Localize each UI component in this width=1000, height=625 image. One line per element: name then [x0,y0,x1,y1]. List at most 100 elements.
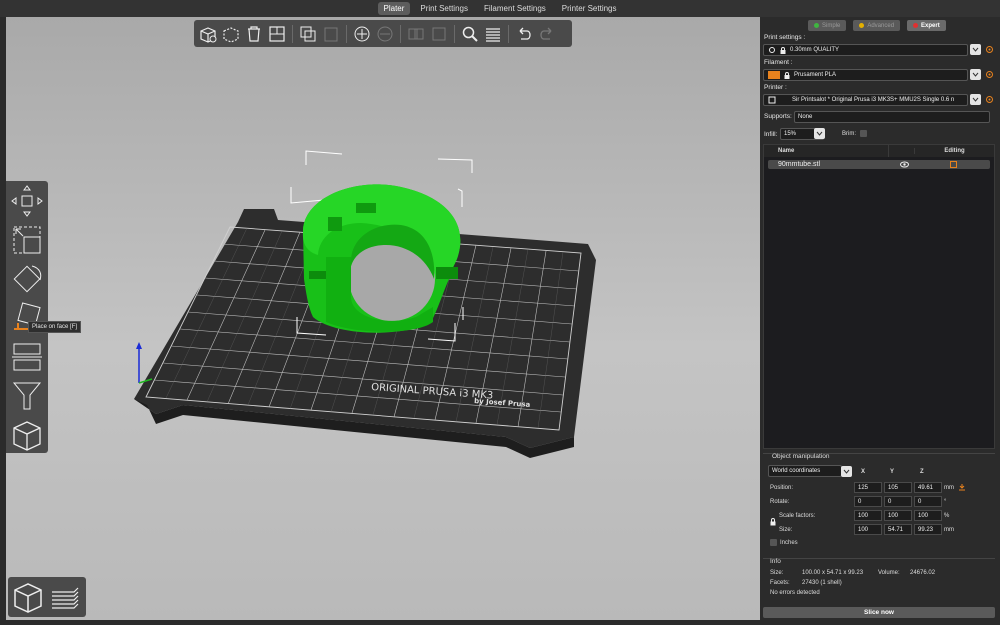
size-y-input[interactable]: 54.71 [884,524,912,535]
size-x-input[interactable]: 100 [854,524,882,535]
edit-icon[interactable] [950,161,957,168]
remove-instance-button[interactable] [375,24,395,44]
filament-combo[interactable]: Prusament PLA [763,69,968,81]
brim-checkbox[interactable] [860,130,867,137]
paste-button[interactable] [321,24,341,44]
infill-label: Infill: [764,131,778,138]
info-volume-value: 24676.02 [910,570,936,576]
printer-combo[interactable]: Sir Printsalot * Original Prusa i3 MK3S+… [763,94,968,106]
hollow-tool-button[interactable] [9,418,45,452]
supports-combo[interactable]: None [794,111,990,123]
split-objects-icon [408,28,424,39]
printer-dropdown[interactable] [970,94,981,105]
tab-plater[interactable]: Plater [377,2,411,15]
3d-view-icon[interactable] [11,580,45,614]
chevron-down-icon [972,47,979,52]
edit-filament-icon[interactable] [985,70,994,79]
axis-y-header: Y [890,469,895,475]
support-paint-icon [12,382,42,410]
mode-expert-label: Expert [921,22,940,29]
mode-advanced-label: Advanced [867,22,895,29]
object-list: Name Editing 90mmtube.stl [763,144,995,449]
split-parts-button[interactable] [429,24,449,44]
mode-expert-dot [913,23,919,28]
arrange-button[interactable] [267,24,287,44]
position-z-input[interactable]: 49.61 [914,482,942,493]
preview-layers-icon[interactable] [48,580,82,614]
edit-preset-icon[interactable] [985,45,994,54]
add-instance-button[interactable] [352,24,372,44]
delete-all-button[interactable] [244,24,264,44]
toolbar-separator [508,24,509,43]
slice-now-button[interactable]: Slice now [763,607,995,618]
column-name: Name [778,148,795,154]
split-parts-icon [432,27,446,40]
toolbar-separator [346,24,347,43]
lock-icon [780,46,786,54]
chevron-down-icon [972,72,979,77]
chevron-down-icon [843,469,850,474]
info-title: Info [770,558,781,565]
chevron-down-icon [816,131,823,136]
undo-button[interactable] [514,24,534,44]
position-y-input[interactable]: 105 [884,482,912,493]
print-settings-dropdown[interactable] [970,44,981,55]
mode-simple-button[interactable]: Simple [808,20,847,31]
scale-x-input[interactable]: 100 [854,510,882,521]
object-row[interactable]: 90mmtube.stl [768,160,990,169]
z-axis-arrow [136,342,142,349]
inches-checkbox[interactable] [770,539,777,546]
size-z-input[interactable]: 99.23 [914,524,942,535]
column-visibility [888,145,914,157]
edit-printer-icon[interactable] [985,95,994,104]
coord-system-dropdown[interactable] [841,466,852,477]
position-x-input[interactable]: 125 [854,482,882,493]
tab-printer-settings[interactable]: Printer Settings [556,2,623,15]
print-settings-combo[interactable]: 0.30mm QUALITY [763,44,968,56]
brim-label: Brim: [842,131,856,137]
add-object-icon [200,26,217,43]
view-toggle [8,577,86,617]
eye-icon[interactable] [900,161,909,168]
copy-button[interactable] [298,24,318,44]
arrange-icon [269,25,285,42]
print-settings-label: Print settings : [764,34,806,41]
scale-y-input[interactable]: 100 [884,510,912,521]
scale-z-input[interactable]: 100 [914,510,942,521]
mode-advanced-button[interactable]: Advanced [853,20,901,31]
plus-circle-icon [354,26,370,41]
main-tab-bar: Plater Print Settings Filament Settings … [0,0,1000,17]
info-facets-label: Facets: [770,580,790,586]
tab-filament-settings[interactable]: Filament Settings [478,2,552,15]
move-icon [11,185,43,217]
3d-scene[interactable]: ORIGINAL PRUSA i3 MK3 by Josef Prusa [6,17,760,620]
tab-print-settings[interactable]: Print Settings [414,2,474,15]
scale-tool-button[interactable] [9,223,45,257]
coord-system-combo[interactable]: World coordinates [768,465,842,477]
lock-icon[interactable] [770,518,776,526]
printer-value: Sir Printsalot * Original Prusa i3 MK3S+… [792,97,955,103]
delete-button[interactable] [221,24,241,44]
size-unit: mm [944,527,954,533]
layers-editing-button[interactable] [483,24,503,44]
layers-icon [486,27,500,42]
rotate-x-input[interactable]: 0 [854,496,882,507]
mode-expert-button[interactable]: Expert [907,20,946,31]
info-facets-value: 27430 (1 shell) [802,580,842,586]
split-objects-button[interactable] [406,24,426,44]
search-button[interactable] [460,24,480,44]
rotate-z-input[interactable]: 0 [914,496,942,507]
supports-value: None [798,114,813,120]
drop-to-bed-icon[interactable] [958,483,966,491]
move-tool-button[interactable] [9,184,45,218]
rotate-tool-button[interactable] [9,262,45,296]
add-button[interactable] [198,24,218,44]
redo-button[interactable] [537,24,557,44]
filament-dropdown[interactable] [970,69,981,80]
printer-label: Printer : [764,84,787,91]
paint-supports-button[interactable] [9,379,45,413]
rotate-y-input[interactable]: 0 [884,496,912,507]
cut-tool-button[interactable] [9,340,45,374]
infill-dropdown[interactable] [814,128,825,139]
3d-viewport[interactable]: ORIGINAL PRUSA i3 MK3 by Josef Prusa Pla… [6,17,760,620]
